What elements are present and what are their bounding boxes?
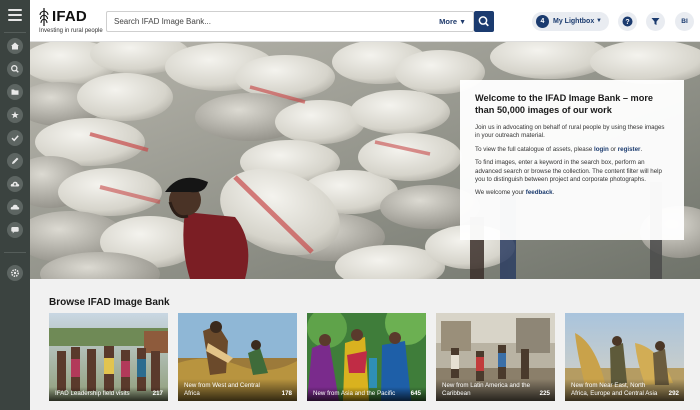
collection-card-asia-pacific[interactable]: New from Asia and the Pacific 645 xyxy=(307,313,426,401)
p2-mid: or xyxy=(608,145,618,153)
card-count: 225 xyxy=(539,390,550,397)
search-icon xyxy=(478,16,489,27)
logo-name: IFAD xyxy=(52,8,87,25)
welcome-paragraph-2: To view the full catalogue of assets, pl… xyxy=(475,146,669,154)
pencil-icon[interactable] xyxy=(7,153,23,169)
chevron-down-icon: ▼ xyxy=(459,19,466,26)
top-header: IFAD Investing in rural people More▼ 4 M… xyxy=(30,0,700,42)
browse-cards: IFAD Leadership field visits 217 New fro… xyxy=(49,313,689,401)
card-count: 217 xyxy=(152,390,163,397)
cloud-icon[interactable] xyxy=(7,199,23,215)
card-title: New from Latin America and the Caribbean xyxy=(442,382,531,397)
left-rail xyxy=(0,0,30,410)
register-link[interactable]: register xyxy=(618,146,641,153)
more-label: More xyxy=(439,17,458,26)
card-title: IFAD Leadership field visits xyxy=(55,390,130,397)
card-count: 645 xyxy=(410,390,421,397)
hamburger-menu-icon[interactable] xyxy=(8,9,22,24)
p4-prefix: We welcome your xyxy=(475,189,526,197)
search-icon[interactable] xyxy=(7,61,23,77)
collection-card-leadership[interactable]: IFAD Leadership field visits 217 xyxy=(49,313,168,401)
card-count: 292 xyxy=(668,390,679,397)
card-caption: New from West and Central Africa 178 xyxy=(178,379,297,401)
search-button[interactable] xyxy=(474,11,494,32)
card-title: New from Asia and the Pacific xyxy=(313,390,396,397)
folder-icon[interactable] xyxy=(7,84,23,100)
collection-card-near-east[interactable]: New from Near East, North Africa, Europe… xyxy=(565,313,684,401)
star-icon[interactable] xyxy=(7,107,23,123)
hero-banner: Welcome to the IFAD Image Bank – more th… xyxy=(30,42,700,279)
caret-down-icon: ▼ xyxy=(596,18,602,24)
p2-prefix: To view the full catalogue of assets, pl… xyxy=(475,145,595,153)
settings-icon[interactable] xyxy=(7,265,23,281)
home-icon[interactable] xyxy=(7,38,23,54)
welcome-paragraph-4: We welcome your feedback. xyxy=(475,189,669,197)
card-title: New from Near East, North Africa, Europe… xyxy=(571,382,658,397)
check-icon[interactable] xyxy=(7,130,23,146)
help-icon: ? xyxy=(622,16,633,27)
rail-divider xyxy=(4,32,26,33)
svg-text:?: ? xyxy=(625,19,629,26)
search-box: More▼ xyxy=(106,11,474,32)
p2-suffix: . xyxy=(640,145,643,153)
card-caption: New from Asia and the Pacific 645 xyxy=(307,387,426,401)
chat-icon[interactable] xyxy=(7,222,23,238)
upload-cloud-icon[interactable] xyxy=(7,176,23,192)
card-count: 178 xyxy=(281,390,292,397)
card-title: New from West and Central Africa xyxy=(184,382,260,397)
welcome-paragraph-3: To find images, enter a keyword in the s… xyxy=(475,159,662,184)
user-avatar-button[interactable]: BI xyxy=(675,12,694,31)
filter-button[interactable] xyxy=(646,12,665,31)
logo-tagline: Investing in rural people xyxy=(39,28,103,34)
collection-card-west-central-africa[interactable]: New from West and Central Africa 178 xyxy=(178,313,297,401)
lightbox-label: My Lightbox xyxy=(553,18,595,25)
my-lightbox-button[interactable]: 4 My Lightbox ▼ xyxy=(532,12,609,31)
browse-section-title: Browse IFAD Image Bank xyxy=(49,297,170,308)
welcome-title: Welcome to the IFAD Image Bank – more th… xyxy=(475,93,654,115)
lightbox-count-badge: 4 xyxy=(536,15,549,28)
welcome-paragraph-1: Join us in advocating on behalf of rural… xyxy=(475,124,665,140)
feedback-link[interactable]: feedback xyxy=(526,189,553,196)
card-caption: New from Near East, North Africa, Europe… xyxy=(565,379,684,401)
p4-suffix: . xyxy=(552,189,555,197)
collection-card-latin-america[interactable]: New from Latin America and the Caribbean… xyxy=(436,313,555,401)
ifad-logo-mark-icon xyxy=(39,8,49,26)
ifad-logo[interactable]: IFAD Investing in rural people xyxy=(38,7,108,37)
help-button[interactable]: ? xyxy=(618,12,637,31)
login-link[interactable]: login xyxy=(594,146,609,153)
welcome-panel: Welcome to the IFAD Image Bank – more th… xyxy=(460,80,684,240)
card-caption: New from Latin America and the Caribbean… xyxy=(436,379,555,401)
search-input[interactable] xyxy=(107,12,387,31)
filter-icon xyxy=(651,18,660,25)
rail-divider xyxy=(4,252,26,253)
more-search-options[interactable]: More ▼ xyxy=(439,12,466,31)
card-caption: IFAD Leadership field visits 217 xyxy=(49,387,168,401)
